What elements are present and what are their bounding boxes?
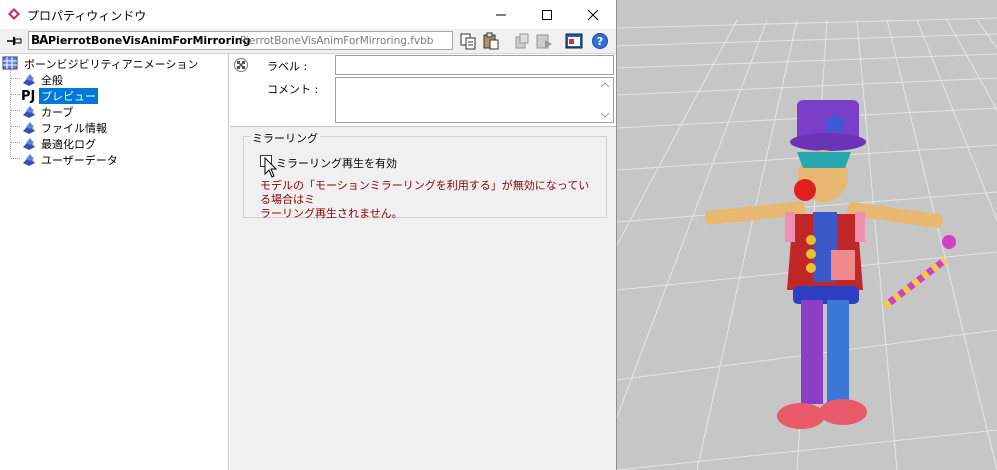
- document-name: PierrotBoneVisAnimForMirroring: [48, 34, 251, 47]
- pj-icon: PJ: [21, 89, 35, 103]
- scroll-up-icon: [600, 82, 610, 88]
- paste-icon[interactable]: [482, 32, 500, 50]
- component-icon: [23, 154, 35, 166]
- component-icon: [23, 122, 35, 134]
- tree-item-label: ファイル情報: [41, 122, 107, 135]
- mirroring-group-title: ミラーリング: [250, 130, 320, 146]
- window-title: プロパティウィンドウ: [27, 9, 147, 23]
- comment-scrollbar[interactable]: [597, 78, 613, 122]
- title-bar[interactable]: プロパティウィンドウ: [0, 0, 616, 29]
- tree-item-file-info[interactable]: ファイル情報: [21, 119, 221, 135]
- comment-caption: コメント :: [267, 83, 319, 96]
- paste-special-icon[interactable]: [535, 32, 553, 50]
- mouse-cursor-icon: [264, 157, 278, 178]
- property-panel: ラベル : コメント : ミラーリング ミラーリング再生を有効 モデルの「モーシ…: [230, 54, 616, 470]
- tree-item-user-data[interactable]: ユーザーデータ: [21, 151, 221, 167]
- label-caption: ラベル :: [267, 60, 308, 73]
- scroll-down-icon: [600, 112, 610, 118]
- tree-item-label: 最適化ログ: [41, 138, 96, 151]
- 3d-viewport[interactable]: [617, 0, 997, 470]
- close-button[interactable]: [570, 0, 616, 29]
- viewport-scene: [617, 17, 997, 470]
- minimize-button[interactable]: [478, 0, 524, 29]
- help-icon[interactable]: ?: [591, 32, 609, 50]
- document-filename: PierrotBoneVisAnimForMirroring.fvbb: [240, 35, 434, 47]
- document-selector[interactable]: BA PierrotBoneVisAnimForMirroring Pierro…: [28, 31, 453, 50]
- tree-view: ボーンビジビリティアニメーション 全般 PJ プレビュー カーブ ファイル情報: [0, 54, 229, 470]
- svg-text:PJ: PJ: [21, 89, 35, 103]
- maximize-icon: [542, 9, 552, 20]
- tree-item-label: 全般: [41, 74, 63, 87]
- label-input[interactable]: [335, 55, 614, 75]
- close-icon: [588, 9, 598, 20]
- component-icon: [23, 74, 35, 86]
- cut-icon[interactable]: [513, 32, 531, 50]
- component-icon: [23, 106, 35, 118]
- copy-icon[interactable]: [459, 32, 477, 50]
- tree-root[interactable]: ボーンビジビリティアニメーション: [2, 55, 227, 71]
- mirroring-note-line1: モデルの「モーションミラーリングを利用する」が無効になっている場合はミ: [260, 179, 590, 206]
- animation-icon: [2, 56, 18, 70]
- property-window: プロパティウィンドウ BA PierrotBoneVisAnimForMirro…: [0, 0, 617, 470]
- toolbar: BA PierrotBoneVisAnimForMirroring Pierro…: [0, 29, 616, 54]
- tree-item-label: カーブ: [41, 106, 74, 119]
- tree-item-general[interactable]: 全般: [21, 71, 221, 87]
- app-icon: [8, 8, 20, 20]
- tree-item-optimize-log[interactable]: 最適化ログ: [21, 135, 221, 151]
- tree-item-label: プレビュー: [39, 88, 98, 104]
- minimize-icon: [496, 14, 506, 15]
- svg-text:?: ?: [597, 35, 603, 48]
- tree-item-curve[interactable]: カーブ: [21, 103, 221, 119]
- tree-item-preview[interactable]: PJ プレビュー: [21, 87, 221, 104]
- mirroring-checkbox-label[interactable]: ミラーリング再生を有効: [276, 155, 397, 171]
- document-type-icon: BA: [31, 33, 48, 47]
- tree-root-label: ボーンビジビリティアニメーション: [24, 58, 199, 71]
- label-comment-area: ラベル : コメント :: [230, 54, 616, 127]
- comment-input[interactable]: [335, 77, 614, 123]
- mirroring-note: モデルの「モーションミラーリングを利用する」が無効になっている場合はミ ラーリン…: [260, 179, 600, 221]
- mirroring-group: ミラーリング ミラーリング再生を有効 モデルの「モーションミラーリングを利用する…: [243, 130, 607, 221]
- component-icon: [23, 138, 35, 150]
- checker-icon: [234, 58, 248, 72]
- pin-icon[interactable]: [6, 34, 22, 48]
- maximize-button[interactable]: [524, 0, 570, 29]
- tree-item-label: ユーザーデータ: [41, 154, 118, 167]
- export-icon[interactable]: [565, 32, 583, 50]
- mirroring-note-line2: ラーリング再生されません。: [260, 207, 403, 220]
